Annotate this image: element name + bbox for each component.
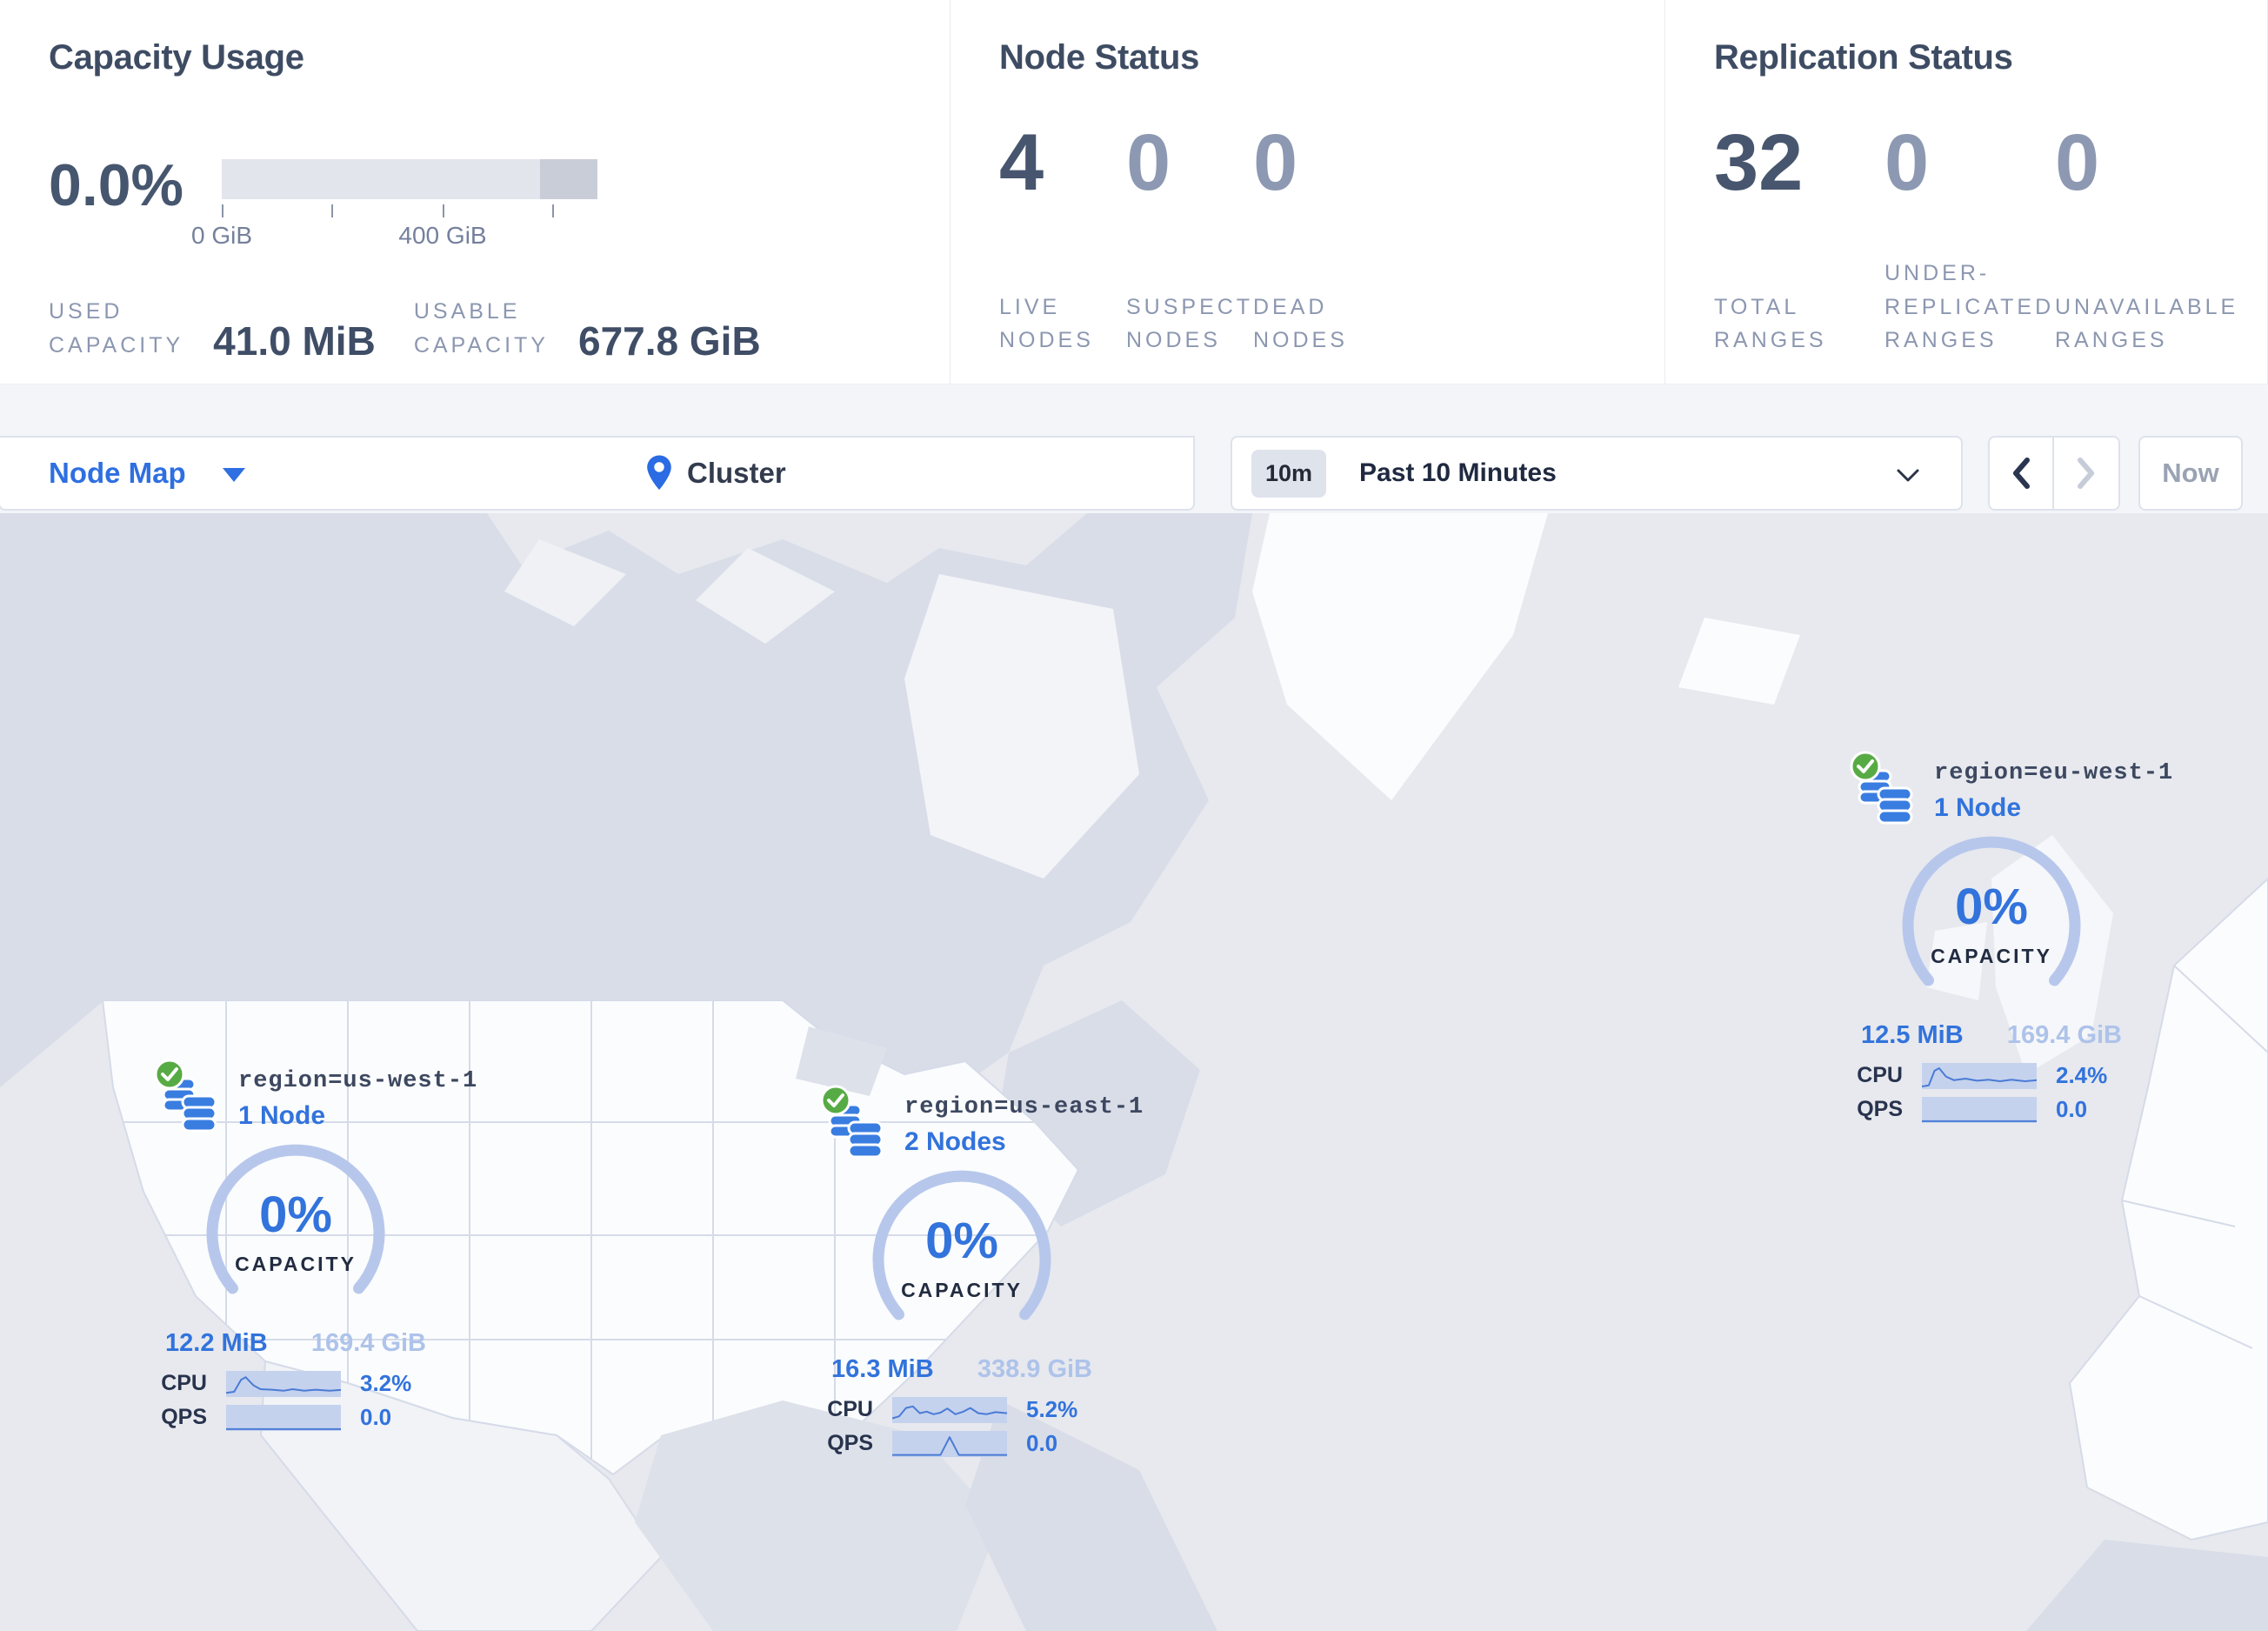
cpu-label: CPU [827,1397,873,1421]
breadcrumb-label: Cluster [687,457,786,489]
cpu-label: CPU [161,1371,207,1395]
cluster-summary-bar: Capacity Usage 0.0% 0 GiB 400 GiB USED C… [0,0,2268,384]
region-total-capacity: 338.9 GiB [977,1355,1092,1383]
region-total-capacity: 169.4 GiB [2006,1021,2122,1049]
qps-label: QPS [827,1431,873,1455]
region-used-capacity: 12.2 MiB [165,1329,268,1357]
cpu-spark-row: CPU 5.2% [819,1396,1104,1423]
capacity-usage-title: Capacity Usage [49,38,304,77]
region-used-capacity: 12.5 MiB [1861,1021,1964,1049]
status-healthy-icon [820,1085,851,1116]
node-map: region=us-west-1 1 Node 0% CAPACITY 12.2… [0,513,2268,1631]
qps-spark-row: QPS 0.0 [1849,1096,2134,1123]
cpu-value: 2.4% [2056,1062,2108,1088]
live-nodes-metric: 4 LIVE NODES [999,118,1094,353]
cpu-value: 5.2% [1026,1396,1078,1422]
axis-tick [331,204,333,217]
capacity-gauge: 0% CAPACITY [870,1169,1054,1354]
time-range-label: Past 10 Minutes [1359,458,1557,487]
used-capacity-stat: USED CAPACITY 41.0 MiB [49,295,376,363]
qps-sparkline [226,1404,341,1431]
capacity-usage-bar: 0 GiB 400 GiB [191,159,597,251]
axis-tick-label: 0 GiB [190,222,253,249]
time-range-selector[interactable]: 10m Past 10 Minutes [1231,436,1963,511]
cpu-sparkline [226,1370,341,1397]
qps-sparkline [1922,1096,2037,1123]
region-total-capacity: 169.4 GiB [310,1329,426,1357]
now-button[interactable]: Now [2138,436,2243,511]
capacity-bar-reserved-segment [540,159,597,199]
region-marker-us-east-1[interactable]: region=us-east-1 2 Nodes 0% CAPACITY 16.… [820,1085,1143,1457]
used-capacity-value: 41.0 MiB [213,318,376,364]
region-marker-eu-west-1[interactable]: region=eu-west-1 1 Node 0% CAPACITY 12.5… [1849,751,2172,1123]
axis-tick-label: 400 GiB [398,222,487,249]
view-selector-dropdown[interactable]: Node Map [49,457,245,490]
usable-capacity-label: USABLE [413,299,521,324]
chevron-right-icon [2078,458,2094,489]
capacity-usage-percent: 0.0% [49,152,183,218]
chevron-down-icon [1897,469,1919,482]
status-healthy-icon [1850,751,1881,782]
time-range-badge: 10m [1251,449,1327,498]
axis-tick [552,204,554,217]
region-node-count: 2 Nodes [904,1127,1006,1156]
qps-value: 0.0 [360,1404,392,1430]
map-toolbar: Node Map Cluster 10m Past 10 Minutes Now [0,433,2268,513]
region-label: region=us-west-1 [238,1068,478,1094]
capacity-label: CAPACITY [235,1252,357,1275]
region-node-count: 1 Node [1934,793,2022,822]
view-selector-label: Node Map [49,457,186,489]
time-back-button[interactable] [1990,438,2054,509]
cpu-label: CPU [1857,1063,1903,1087]
total-ranges-metric: 32 TOTAL RANGES [1714,118,1827,353]
qps-label: QPS [161,1405,207,1429]
capacity-gauge: 0% CAPACITY [1899,835,2084,1019]
under-replicated-ranges-metric: 0 UNDER- REPLICATED RANGES [1884,118,2055,353]
capacity-percent: 0% [259,1186,332,1243]
usable-capacity-stat: USABLE CAPACITY 677.8 GiB [414,295,761,363]
status-healthy-icon [154,1059,185,1090]
unavailable-ranges-metric: 0 UNAVAILABLE RANGES [2055,118,2239,353]
region-marker-us-west-1[interactable]: region=us-west-1 1 Node 0% CAPACITY 12.2… [154,1059,477,1431]
breadcrumb[interactable]: Cluster [644,454,786,492]
axis-tick [222,204,223,217]
replication-status-title: Replication Status [1714,38,2013,77]
qps-value: 0.0 [2056,1096,2088,1122]
usable-capacity-value: 677.8 GiB [577,318,761,364]
cpu-value: 3.2% [360,1370,412,1396]
map-pin-icon [647,455,671,491]
cpu-spark-row: CPU 3.2% [153,1370,438,1397]
capacity-gauge: 0% CAPACITY [203,1143,388,1327]
replication-status-section: Replication Status 32 TOTAL RANGES 0 UND… [1664,0,2268,384]
capacity-percent: 0% [925,1212,998,1269]
capacity-percent: 0% [1955,878,2028,935]
qps-value: 0.0 [1026,1430,1058,1456]
region-node-count: 1 Node [238,1101,326,1130]
capacity-label: CAPACITY [1931,944,2052,967]
time-forward-button[interactable] [2054,438,2118,509]
caret-down-icon [222,468,245,482]
cpu-sparkline [1922,1062,2037,1089]
time-pager [1988,436,2120,511]
region-used-capacity: 16.3 MiB [831,1355,934,1383]
capacity-usage-section: Capacity Usage 0.0% 0 GiB 400 GiB USED C… [0,0,950,384]
qps-label: QPS [1857,1097,1903,1121]
region-label: region=us-east-1 [904,1094,1144,1120]
capacity-label: CAPACITY [901,1278,1023,1301]
qps-sparkline [892,1430,1007,1457]
suspect-nodes-metric: 0 SUSPECT NODES [1126,118,1254,353]
node-status-section: Node Status 4 LIVE NODES 0 SUSPECT NODES… [950,0,1664,384]
region-label: region=eu-west-1 [1934,760,2174,786]
view-breadcrumb-bar: Node Map Cluster [0,436,1195,511]
axis-tick [443,204,444,217]
chevron-left-icon [2013,458,2030,489]
dead-nodes-metric: 0 DEAD NODES [1253,118,1348,353]
cpu-sparkline [892,1396,1007,1423]
qps-spark-row: QPS 0.0 [153,1404,438,1431]
cpu-spark-row: CPU 2.4% [1849,1062,2134,1089]
node-status-title: Node Status [999,38,1200,77]
used-capacity-label: USED [49,299,123,324]
qps-spark-row: QPS 0.0 [819,1430,1104,1457]
